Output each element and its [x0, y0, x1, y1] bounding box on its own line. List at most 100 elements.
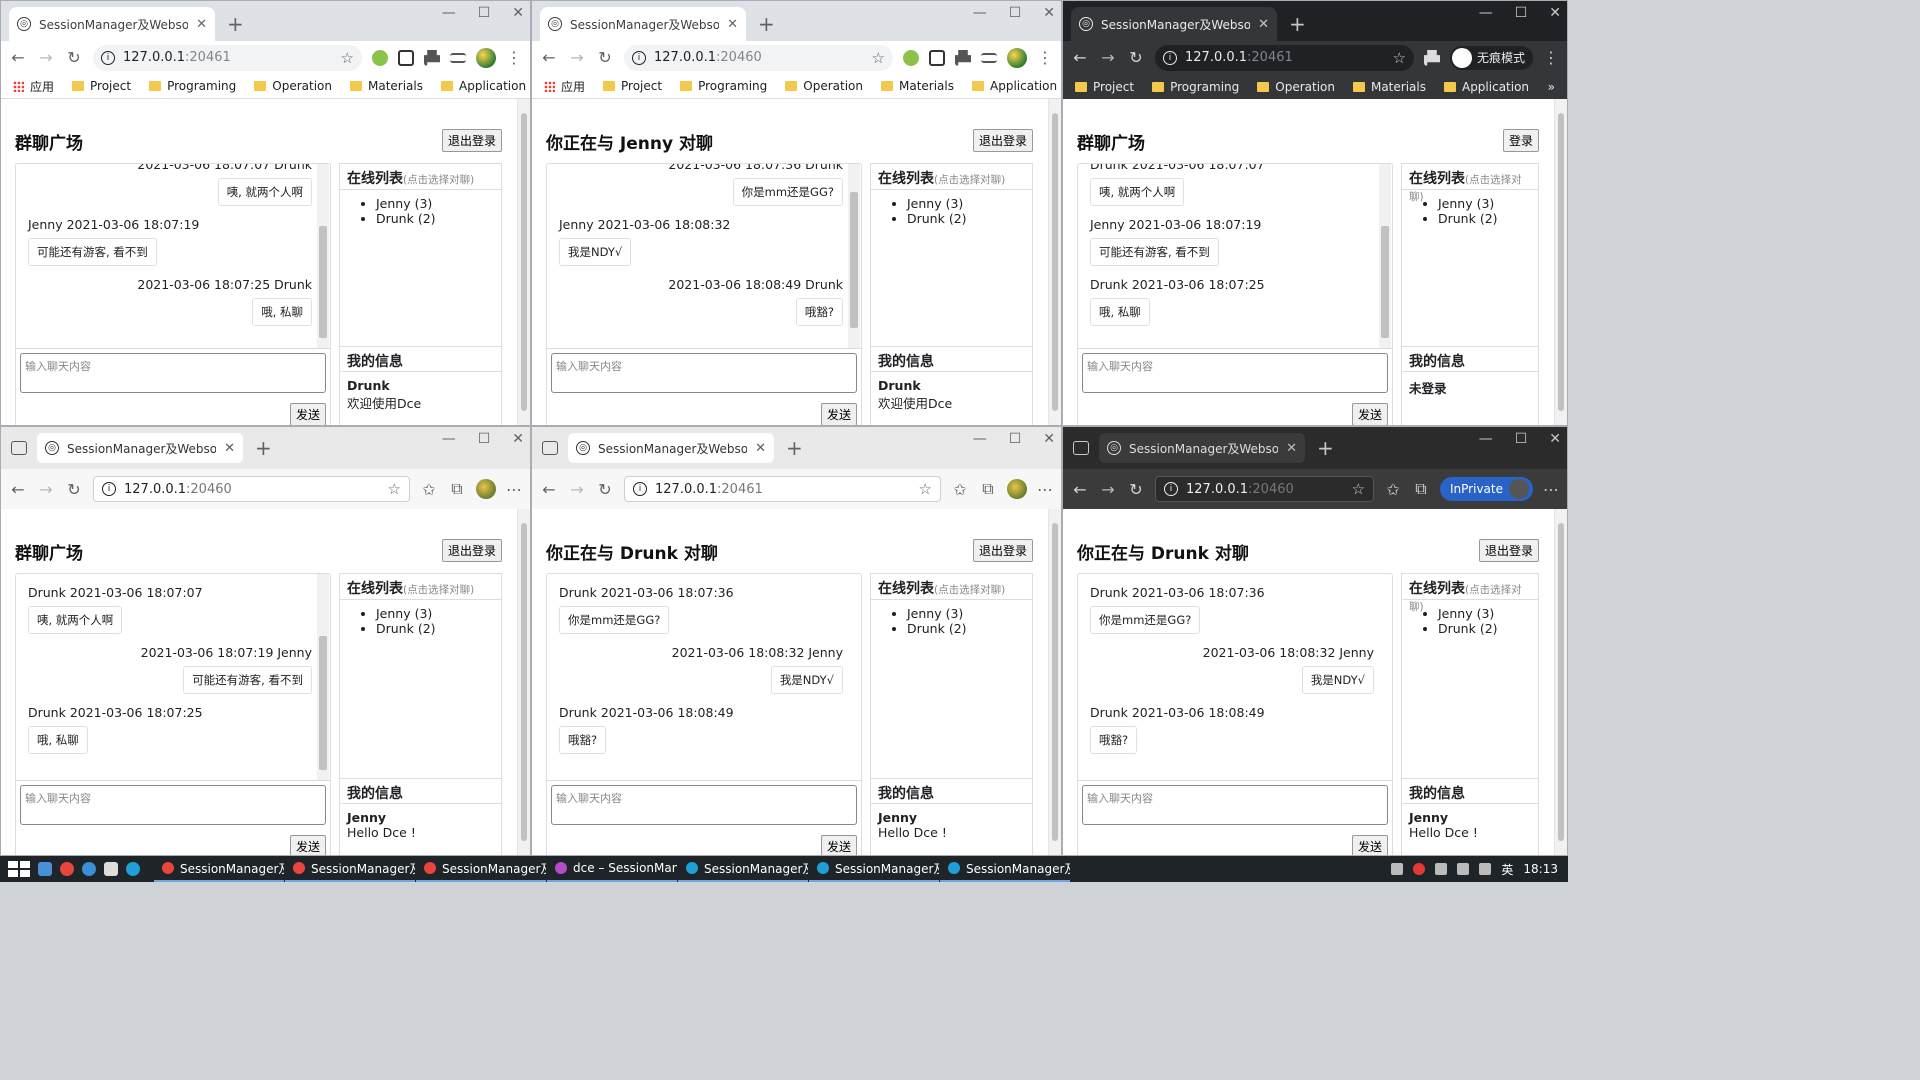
- site-info-icon[interactable]: i: [632, 50, 646, 65]
- message-log[interactable]: Drunk 2021-03-06 18:07:07 咦, 就两个人啊 2021-03…: [15, 573, 331, 781]
- minimize-icon[interactable]: —: [442, 431, 456, 447]
- message-log[interactable]: Drunk 2021-03-06 18:07:36 你是mm还是GG? 2021-0…: [546, 573, 862, 781]
- site-info-icon[interactable]: i: [101, 50, 115, 65]
- send-button[interactable]: 发送: [1351, 835, 1388, 855]
- reload-icon[interactable]: ↻: [65, 48, 83, 67]
- ime-indicator[interactable]: 英: [1501, 861, 1513, 878]
- account-button[interactable]: 退出登录: [441, 129, 502, 152]
- maximize-icon[interactable]: ☐: [478, 431, 491, 447]
- bookmark-item[interactable]: Operation: [785, 79, 863, 93]
- favorites-icon[interactable]: ✩: [420, 480, 438, 499]
- chat-scrollbar[interactable]: [317, 164, 329, 348]
- forward-icon[interactable]: →: [568, 48, 586, 67]
- bookmark-star-icon[interactable]: ☆: [388, 480, 401, 498]
- close-tab-icon[interactable]: ✕: [755, 441, 766, 456]
- bookmark-item[interactable]: Operation: [254, 79, 332, 93]
- online-user[interactable]: Drunk (2): [1438, 211, 1538, 226]
- favorites-icon[interactable]: ✩: [1384, 480, 1402, 499]
- account-button[interactable]: 退出登录: [972, 539, 1033, 562]
- desktop-icon[interactable]: [38, 862, 52, 876]
- new-tab-icon[interactable]: +: [215, 7, 256, 41]
- minimize-icon[interactable]: —: [1479, 431, 1493, 447]
- address-bar[interactable]: i 127.0.0.1:20461 ☆: [93, 44, 362, 71]
- forward-icon[interactable]: →: [1099, 480, 1117, 499]
- scrollbar-thumb[interactable]: [1381, 226, 1389, 338]
- browser-tab[interactable]: ◎ SessionManager及Websocket分 ✕: [1099, 433, 1305, 463]
- address-bar[interactable]: i 127.0.0.1:20460 ☆: [1155, 476, 1375, 502]
- address-bar[interactable]: i 127.0.0.1:20460 ☆: [624, 44, 893, 71]
- bookmark-item[interactable]: 应用: [13, 78, 54, 95]
- bookmark-item[interactable]: Application: [1443, 80, 1529, 94]
- page-scrollbar[interactable]: [1554, 509, 1567, 855]
- reload-icon[interactable]: ↻: [65, 480, 83, 499]
- message-log[interactable]: 2021-03-06 18:07:36 Drunk 你是mm还是GG? Jenny …: [546, 163, 862, 349]
- profile-avatar[interactable]: [1007, 47, 1027, 68]
- taskbar-item[interactable]: SessionManager及...: [285, 856, 415, 882]
- reload-icon[interactable]: ↻: [1127, 480, 1145, 499]
- reload-icon[interactable]: ↻: [596, 480, 614, 499]
- scrollbar-thumb[interactable]: [1052, 523, 1058, 841]
- volume-icon[interactable]: [1479, 863, 1492, 875]
- reload-icon[interactable]: ↻: [596, 48, 614, 67]
- online-user[interactable]: Drunk (2): [376, 621, 501, 636]
- browser-tab[interactable]: ◎ SessionManager及Websocket分 ✕: [37, 433, 243, 463]
- close-tab-icon[interactable]: ✕: [727, 17, 738, 32]
- send-button[interactable]: 发送: [820, 403, 857, 425]
- menu-icon[interactable]: ⋯: [1543, 480, 1559, 499]
- scrollbar-thumb[interactable]: [319, 226, 327, 338]
- collections-icon[interactable]: ⧉: [1412, 479, 1430, 499]
- tray-icon[interactable]: [1391, 863, 1404, 875]
- clock[interactable]: 18:13: [1523, 862, 1558, 876]
- chat-input[interactable]: 输入聊天内容: [20, 785, 326, 825]
- bookmark-star-icon[interactable]: ☆: [919, 480, 932, 498]
- bookmark-star-icon[interactable]: ☆: [1352, 480, 1365, 498]
- forward-icon[interactable]: →: [568, 480, 586, 499]
- page-scrollbar[interactable]: [1554, 99, 1567, 425]
- page-scrollbar[interactable]: [517, 99, 530, 425]
- close-window-icon[interactable]: ✕: [1043, 431, 1055, 447]
- browser-tab[interactable]: ◎ SessionManager及Websocket分 ✕: [1071, 7, 1277, 41]
- more-bookmarks-icon[interactable]: »: [1548, 80, 1555, 94]
- chrome-icon[interactable]: [60, 862, 74, 876]
- chat-scrollbar[interactable]: [1379, 164, 1391, 348]
- chat-input[interactable]: 输入聊天内容: [1082, 785, 1388, 825]
- collections-icon[interactable]: ⧉: [979, 479, 997, 499]
- taskbar-item[interactable]: SessionManager及...: [416, 856, 546, 882]
- close-tab-icon[interactable]: ✕: [224, 441, 235, 456]
- bookmark-item[interactable]: Operation: [1257, 80, 1335, 94]
- online-user[interactable]: Drunk (2): [907, 211, 1032, 226]
- new-tab-icon[interactable]: +: [243, 431, 284, 465]
- scrollbar-thumb[interactable]: [1558, 113, 1564, 411]
- extension-icon[interactable]: [903, 49, 919, 66]
- bookmark-item[interactable]: Materials: [349, 79, 423, 93]
- account-button[interactable]: 登录: [1502, 129, 1539, 152]
- extension-icon[interactable]: [398, 49, 414, 66]
- browser-tab[interactable]: ◎ SessionManager及Websocket分 ✕: [568, 433, 774, 463]
- online-user[interactable]: Jenny (3): [376, 196, 501, 211]
- browser-tab[interactable]: ◎ SessionManager及Websocket分 ✕: [540, 7, 746, 41]
- account-button[interactable]: 退出登录: [441, 539, 502, 562]
- scrollbar-thumb[interactable]: [521, 113, 527, 411]
- address-bar[interactable]: i 127.0.0.1:20461 ☆: [624, 476, 941, 502]
- bookmark-item[interactable]: Materials: [880, 79, 954, 93]
- close-window-icon[interactable]: ✕: [1043, 5, 1055, 21]
- message-log[interactable]: 2021-03-06 18:07:07 Drunk 咦, 就两个人啊 Jenny 2…: [15, 163, 331, 349]
- extension-icon[interactable]: [1423, 49, 1440, 66]
- menu-icon[interactable]: ⋮: [1037, 48, 1053, 67]
- close-tab-icon[interactable]: ✕: [1286, 441, 1297, 456]
- bookmark-item[interactable]: 应用: [544, 78, 585, 95]
- bookmark-item[interactable]: Programing: [680, 79, 767, 93]
- forward-icon[interactable]: →: [1099, 48, 1117, 67]
- account-button[interactable]: 退出登录: [1478, 539, 1539, 562]
- page-scrollbar[interactable]: [1048, 509, 1061, 855]
- send-button[interactable]: 发送: [289, 403, 326, 425]
- site-info-icon[interactable]: i: [102, 482, 116, 496]
- online-user[interactable]: Drunk (2): [1438, 621, 1538, 636]
- taskbar-item[interactable]: SessionManager及...: [940, 856, 1070, 882]
- close-tab-icon[interactable]: ✕: [1258, 17, 1269, 32]
- online-user[interactable]: Jenny (3): [907, 606, 1032, 621]
- maximize-icon[interactable]: ☐: [1009, 5, 1022, 21]
- ie-icon[interactable]: [82, 862, 96, 876]
- extension-icon[interactable]: [955, 49, 971, 66]
- reload-icon[interactable]: ↻: [1127, 48, 1145, 67]
